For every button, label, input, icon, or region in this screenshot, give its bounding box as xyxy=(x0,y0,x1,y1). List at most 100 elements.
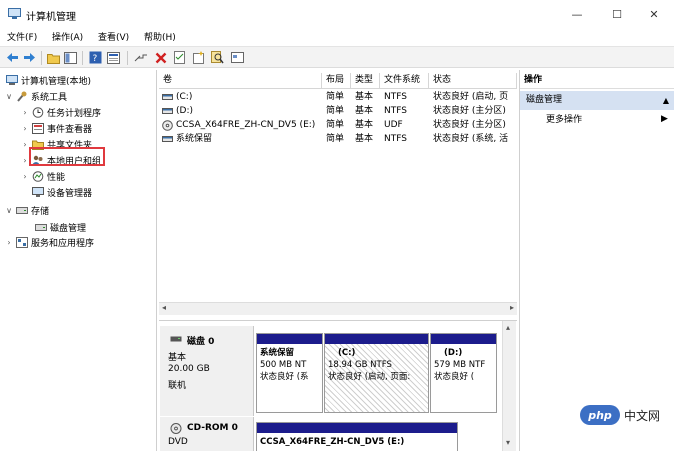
volume-layout: 简单 xyxy=(326,92,345,102)
volume-name: CCSA_X64FRE_ZH-CN_DV5 (E:) xyxy=(176,120,316,130)
window-title: 计算机管理 xyxy=(26,12,76,23)
up-folder-icon[interactable] xyxy=(46,50,61,65)
volume-layout: 简单 xyxy=(326,120,345,130)
tree-label: 设备管理器 xyxy=(47,188,93,199)
volume-type: 基本 xyxy=(355,134,374,144)
view-icon[interactable] xyxy=(230,50,245,65)
menu-action[interactable]: 操作(A) xyxy=(52,30,83,43)
vertical-scrollbar[interactable]: ▴ ▾ xyxy=(502,321,516,451)
disk-state: 联机 xyxy=(168,381,187,391)
php-logo: php xyxy=(580,405,620,425)
disk-0-label[interactable]: 磁盘 0 基本 20.00 GB 联机 xyxy=(160,326,254,416)
tools-icon xyxy=(16,91,28,102)
partition-bar xyxy=(431,334,496,344)
disk-size: 20.00 GB xyxy=(168,364,210,374)
console-tree: 计算机管理(本地) ∨ 系统工具 › 任务计划程序 › 事件查看器 › 共享文件… xyxy=(0,70,157,451)
column-header-layout[interactable]: 布局 xyxy=(322,73,351,89)
toolbar-separator xyxy=(82,51,83,65)
tree-label: 服务和应用程序 xyxy=(31,238,95,249)
chevron-down-icon[interactable]: ∨ xyxy=(4,92,14,101)
close-button[interactable]: ✕ xyxy=(640,4,668,24)
tree-item-storage[interactable]: ∨ 存储 xyxy=(4,202,49,218)
chevron-right-icon[interactable]: › xyxy=(20,108,30,117)
watermark-text: 中文网 xyxy=(624,408,661,423)
tree-item-event-viewer[interactable]: › 事件查看器 xyxy=(20,120,92,136)
chevron-right-icon[interactable]: › xyxy=(20,172,30,181)
column-header-status[interactable]: 状态 xyxy=(429,73,517,89)
volume-status: 状态良好 (系统, 活 xyxy=(433,134,509,144)
toolbar-separator xyxy=(127,51,128,65)
actions-header: 操作 xyxy=(520,72,674,89)
chevron-down-icon[interactable]: ∨ xyxy=(4,206,14,215)
volume-layout: 简单 xyxy=(326,106,345,116)
partition-status: 状态良好 ( xyxy=(434,372,475,382)
partition-status: 状态良好 (启动, 页面: xyxy=(328,372,411,382)
chevron-right-icon[interactable]: › xyxy=(4,238,14,247)
tree-item-performance[interactable]: › 性能 xyxy=(20,168,65,184)
action-more-actions[interactable]: 更多操作 xyxy=(546,113,582,128)
collapse-arrow-icon[interactable]: ▲ xyxy=(663,91,669,110)
cdrom-0-label[interactable]: CD-ROM 0 DVD xyxy=(160,417,254,451)
connect-icon[interactable] xyxy=(133,50,148,65)
tree-item-task-scheduler[interactable]: › 任务计划程序 xyxy=(20,104,101,120)
storage-icon xyxy=(16,205,28,216)
tree-item-disk-management[interactable]: 磁盘管理 xyxy=(33,219,86,235)
search-icon[interactable] xyxy=(210,50,225,65)
console-tree-icon[interactable] xyxy=(63,50,78,65)
new-item-icon[interactable] xyxy=(191,50,206,65)
disk-type: 基本 xyxy=(168,353,187,363)
disk-name: 磁盘 0 xyxy=(187,337,215,347)
drive-icon xyxy=(162,136,173,142)
toolbar-separator xyxy=(41,51,42,65)
volume-name: 系统保留 xyxy=(176,134,213,144)
scroll-right-icon[interactable]: ▸ xyxy=(510,303,514,312)
checklist-icon[interactable] xyxy=(172,50,187,65)
tree-item-system-tools[interactable]: ∨ 系统工具 xyxy=(4,88,67,104)
disk-management-highlight xyxy=(29,147,105,166)
menu-help[interactable]: 帮助(H) xyxy=(144,30,176,43)
volume-list: 卷 布局 类型 文件系统 状态 (C:) 简单 基本 NTFS 状态良好 (启动… xyxy=(159,70,517,315)
action-label: 磁盘管理 xyxy=(526,95,563,105)
delete-icon[interactable] xyxy=(153,50,168,65)
computer-management-icon xyxy=(8,8,21,19)
cdrom-type: DVD xyxy=(168,437,188,447)
forward-arrow-icon[interactable] xyxy=(22,50,37,65)
clock-icon xyxy=(32,106,44,118)
volume-type: 基本 xyxy=(355,120,374,130)
column-header-filesystem[interactable]: 文件系统 xyxy=(380,73,429,89)
scroll-left-icon[interactable]: ◂ xyxy=(162,303,166,312)
tree-item-device-manager[interactable]: 设备管理器 xyxy=(30,184,92,200)
actions-pane: 操作 磁盘管理 ▲ 更多操作 ▶ xyxy=(519,70,674,451)
php-watermark: php 中文网 xyxy=(580,402,672,428)
partition-system-reserved[interactable]: 系统保留 500 MB NT 状态良好 (系 xyxy=(256,333,323,413)
column-header-type[interactable]: 类型 xyxy=(351,73,380,89)
partition-c[interactable]: (C:) 18.94 GB NTFS 状态良好 (启动, 页面: xyxy=(324,333,429,413)
partition-d[interactable]: (D:) 579 MB NTF 状态良好 ( xyxy=(430,333,497,413)
action-disk-management[interactable]: 磁盘管理 ▲ xyxy=(520,91,674,110)
partition-bar xyxy=(325,334,428,344)
menu-view[interactable]: 查看(V) xyxy=(98,30,129,43)
minimize-button[interactable]: — xyxy=(563,4,591,24)
partition-label: (D:) xyxy=(444,348,463,358)
svg-text:?: ? xyxy=(93,54,98,64)
scroll-up-icon[interactable]: ▴ xyxy=(506,323,510,332)
action-label: 更多操作 xyxy=(546,115,583,125)
properties-icon[interactable] xyxy=(106,50,121,65)
volume-status: 状态良好 (启动, 页 xyxy=(433,92,509,102)
partition-e[interactable]: CCSA_X64FRE_ZH-CN_DV5 (E:) xyxy=(256,422,458,451)
chevron-right-icon[interactable]: › xyxy=(20,124,30,133)
scroll-down-icon[interactable]: ▾ xyxy=(506,438,510,447)
help-icon[interactable]: ? xyxy=(88,50,103,65)
maximize-button[interactable]: ☐ xyxy=(603,4,631,24)
column-header-volume[interactable]: 卷 xyxy=(159,73,322,89)
drive-icon xyxy=(162,108,173,114)
horizontal-scrollbar[interactable]: ◂ ▸ xyxy=(159,302,517,315)
tree-item-services-applications[interactable]: › 服务和应用程序 xyxy=(4,234,94,250)
event-viewer-icon xyxy=(32,122,44,134)
title-bar: 计算机管理 — ☐ ✕ xyxy=(0,0,674,28)
tree-item-computer-management[interactable]: 计算机管理(本地) xyxy=(4,72,91,88)
submenu-arrow-icon[interactable]: ▶ xyxy=(661,114,668,124)
tree-label: 性能 xyxy=(47,172,66,183)
menu-file[interactable]: 文件(F) xyxy=(7,30,37,43)
back-arrow-icon[interactable] xyxy=(5,50,20,65)
